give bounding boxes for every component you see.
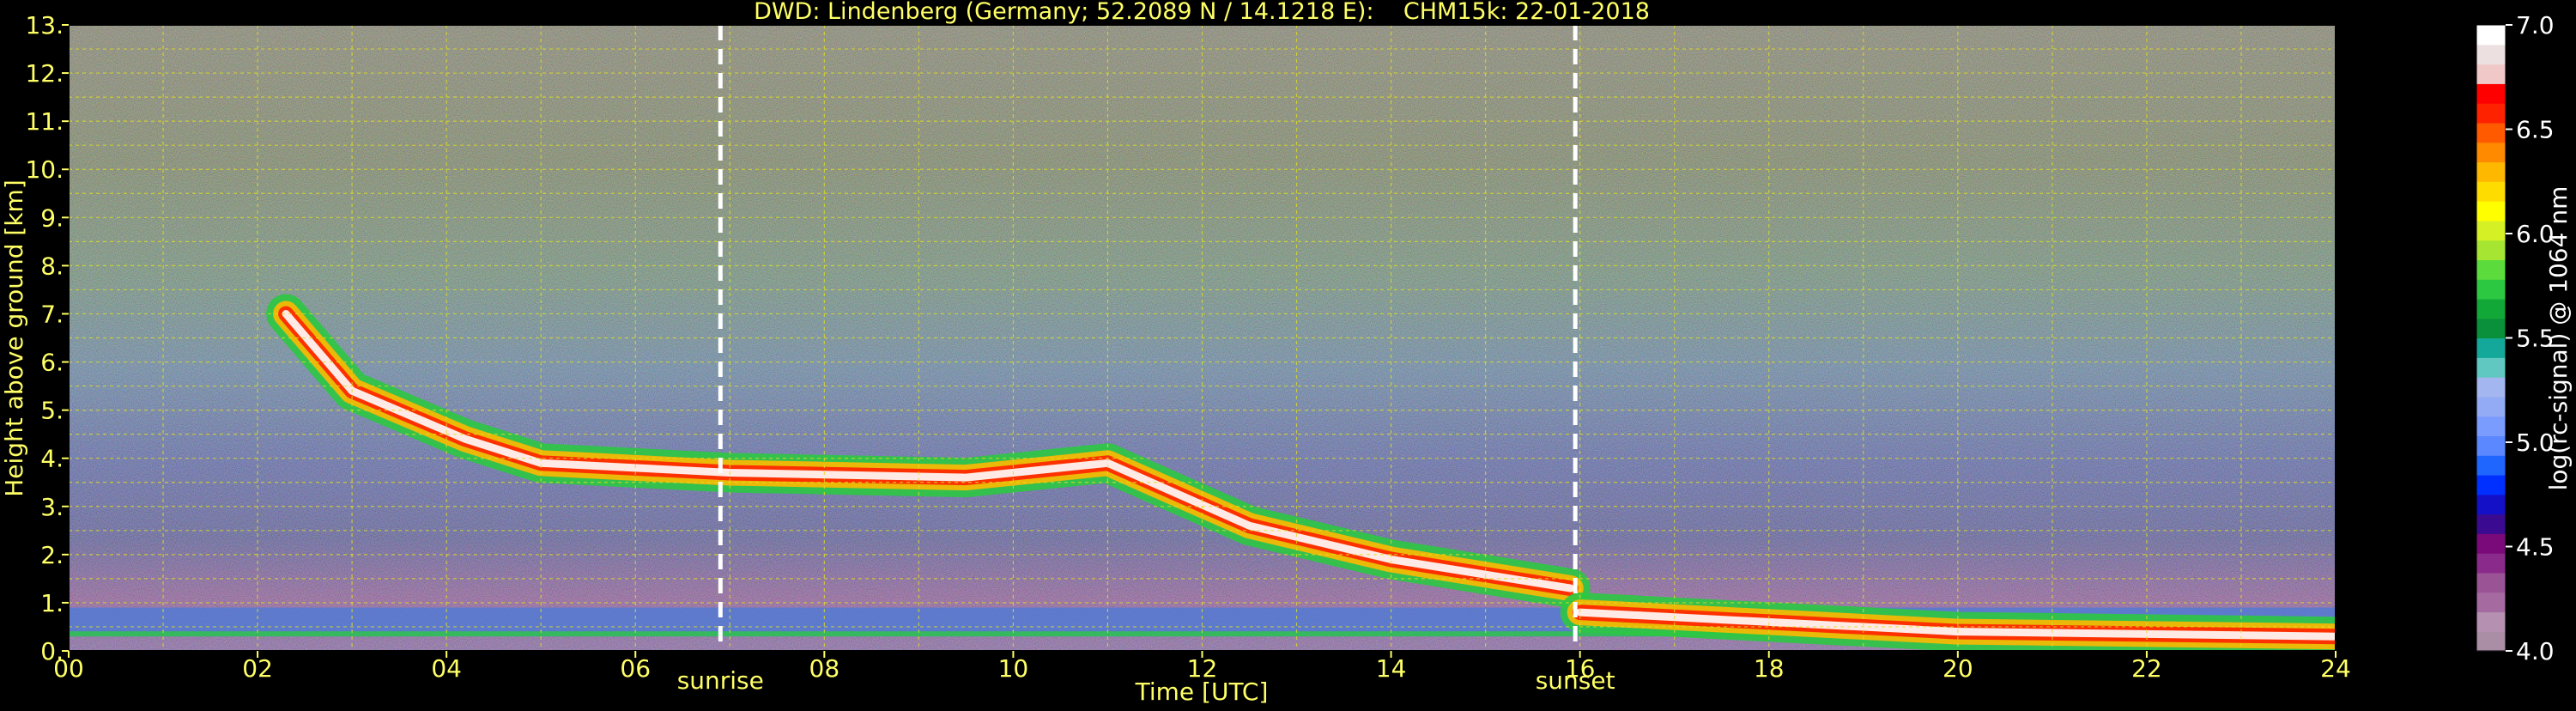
- x-tick-label: 04: [431, 654, 462, 683]
- y-tick-label: 5.: [40, 397, 64, 425]
- colorbar-segment: [2476, 220, 2506, 241]
- colorbar-segment: [2476, 572, 2506, 593]
- x-tick-label: 18: [1754, 654, 1785, 683]
- y-axis-ticks: 0. 1. 2. 3. 4. 5. 6. 7. 8. 9. 10. 11. 12. 13.: [25, 11, 69, 665]
- colorbar-segment: [2476, 337, 2506, 358]
- colorbar-segment: [2476, 279, 2506, 300]
- colorbar-tick-label: 4.0: [2516, 637, 2555, 665]
- colorbar-segment: [2476, 455, 2506, 476]
- colorbar-segment: [2476, 44, 2506, 65]
- y-tick-label: 10.: [25, 155, 64, 184]
- colorbar-segment: [2476, 611, 2506, 632]
- y-tick-label: 13.: [25, 11, 64, 40]
- colorbar-segment: [2476, 357, 2506, 378]
- annotation-label-sunrise: sunrise: [677, 666, 764, 695]
- y-tick-label: 6.: [40, 349, 64, 377]
- x-axis-label: Time [UTC]: [1135, 678, 1269, 706]
- colorbar-segment: [2476, 553, 2506, 574]
- colorbar: 4.04.55.05.56.06.57.0: [2476, 11, 2555, 665]
- colorbar-tick-label: 6.5: [2516, 116, 2555, 144]
- chart-title: DWD: Lindenberg (Germany; 52.2089 N / 14…: [754, 0, 1650, 25]
- colorbar-segment: [2476, 318, 2506, 339]
- colorbar-tick-label: 7.0: [2516, 11, 2555, 40]
- y-tick-label: 2.: [40, 541, 64, 569]
- colorbar-segment: [2476, 435, 2506, 456]
- y-tick-label: 0.: [40, 637, 64, 665]
- colorbar-segment: [2476, 514, 2506, 534]
- x-tick-label: 06: [620, 654, 651, 683]
- x-tick-label: 20: [1943, 654, 1973, 683]
- x-tick-label: 24: [2320, 654, 2351, 683]
- x-tick-label: 08: [809, 654, 840, 683]
- y-tick-label: 8.: [40, 252, 64, 280]
- x-tick-label: 14: [1376, 654, 1407, 683]
- colorbar-segment: [2476, 161, 2506, 182]
- backscatter-chart: 00 02 04 06 08 10 12 14 16 18 20 22 24 0.1.2.3.4.5.6…: [0, 0, 2573, 706]
- plot-area: [69, 25, 2336, 651]
- colorbar-segment: [2476, 592, 2506, 613]
- y-tick-label: 12.: [25, 59, 64, 88]
- y-tick-label: 1.: [40, 589, 64, 617]
- colorbar-segment: [2476, 142, 2506, 163]
- y-tick-label: 11.: [25, 107, 64, 136]
- colorbar-label: log(rc-signal) @ 1064 nm: [2544, 186, 2573, 491]
- x-tick-label: 02: [242, 654, 273, 683]
- colorbar-segment: [2476, 494, 2506, 515]
- colorbar-segment: [2476, 122, 2506, 143]
- colorbar-segment: [2476, 416, 2506, 437]
- y-tick-label: 3.: [40, 493, 64, 521]
- y-tick-label: 9.: [40, 204, 64, 232]
- ceilometer-figure: 00 02 04 06 08 10 12 14 16 18 20 22 24 0. 1. 2. 3. 4. 5. 6…: [0, 0, 2576, 708]
- colorbar-segment: [2476, 474, 2506, 495]
- colorbar-segment: [2476, 396, 2506, 417]
- colorbar-segment: [2476, 298, 2506, 319]
- colorbar-segment: [2476, 377, 2506, 398]
- colorbar-tick-label: 4.5: [2516, 533, 2555, 562]
- x-tick-label: 22: [2131, 654, 2162, 683]
- colorbar-segment: [2476, 25, 2506, 46]
- x-tick-label: 10: [998, 654, 1029, 683]
- colorbar-segment: [2476, 181, 2506, 202]
- y-axis-label: Height above ground [km]: [0, 179, 28, 497]
- y-tick-label: 4.: [40, 445, 64, 473]
- colorbar-segment: [2476, 240, 2506, 260]
- colorbar-segment: [2476, 103, 2506, 124]
- colorbar-segment: [2476, 259, 2506, 280]
- colorbar-segment: [2476, 631, 2506, 652]
- y-tick-label: 7.: [40, 300, 64, 328]
- colorbar-segment: [2476, 201, 2506, 222]
- colorbar-segment: [2476, 533, 2506, 554]
- colorbar-segment: [2476, 64, 2506, 84]
- colorbar-segment: [2476, 83, 2506, 104]
- annotation-label-sunset: sunset: [1536, 666, 1615, 695]
